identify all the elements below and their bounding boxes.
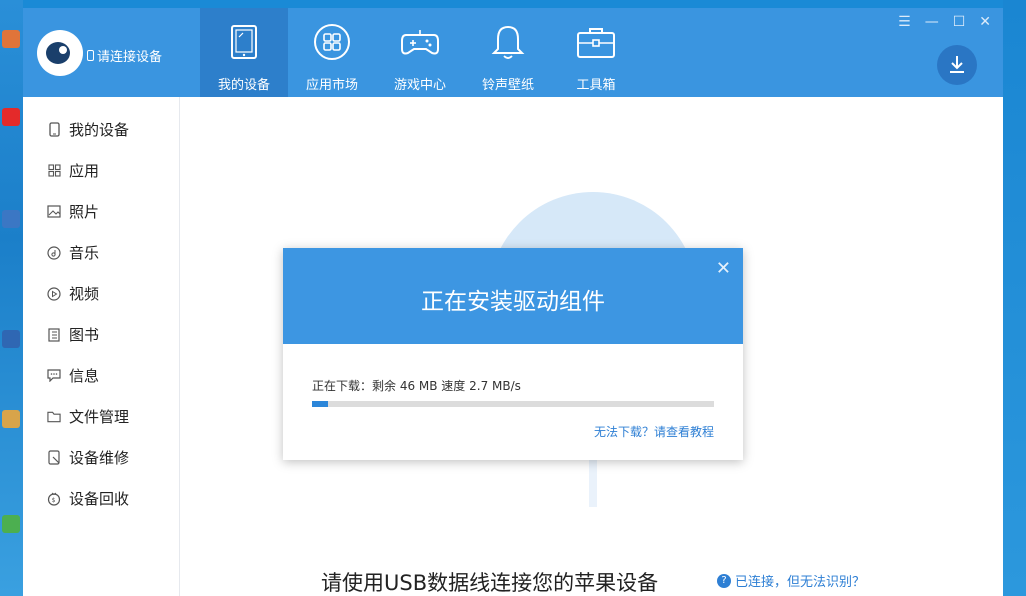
sidebar-item-my-device[interactable]: 我的设备 [47,119,129,140]
install-driver-dialog: 正在安装驱动组件 ✕ 正在下载：剩余 46 MB 速度 2.7 MB/s 无法下… [283,248,743,460]
tablet-icon [224,22,264,62]
dialog-title: 正在安装驱动组件 [283,282,743,316]
sidebar: 我的设备 应用 照片 音乐 视频 图书 信息 文件管理 [23,97,180,596]
nav-tab-app-market[interactable]: 应用市场 [288,8,376,97]
connect-device-label: 请连接设备 [97,46,162,65]
app-logo-icon [37,30,83,76]
nav-label: 应用市场 [306,74,358,93]
top-bar: 请连接设备 我的设备 应用市场 游戏中心 [23,8,1003,97]
sidebar-item-device-recycle[interactable]: $ 设备回收 [47,488,129,509]
sidebar-item-photos[interactable]: 照片 [47,201,99,222]
nav-label: 铃声壁纸 [482,74,534,93]
bell-icon [488,22,528,62]
sidebar-item-label: 设备回收 [69,488,129,509]
nav-tab-my-device[interactable]: 我的设备 [200,8,288,97]
desktop-shortcut-icon[interactable] [2,330,20,348]
connect-device-button[interactable]: 请连接设备 [87,46,162,65]
desktop-shortcut-icon[interactable] [2,515,20,533]
nav-tab-ringtones-wallpapers[interactable]: 铃声壁纸 [464,8,552,97]
download-status: 正在下载：剩余 46 MB 速度 2.7 MB/s [312,377,521,394]
desktop-shortcut-icon[interactable] [2,410,20,428]
sidebar-item-label: 音乐 [69,242,99,263]
cannot-recognize-link[interactable]: ? 已连接，但无法识别？ [717,571,865,590]
video-icon [47,287,61,301]
nav-label: 游戏中心 [394,74,446,93]
download-icon [947,54,967,76]
sidebar-item-music[interactable]: 音乐 [47,242,99,263]
recycle-icon: $ [47,492,61,506]
toolbox-icon [576,22,616,62]
message-icon [47,369,61,383]
sidebar-item-label: 图书 [69,324,99,345]
repair-icon [47,451,61,465]
download-progress-bar [312,401,714,407]
sidebar-item-video[interactable]: 视频 [47,283,99,304]
sidebar-item-file-manager[interactable]: 文件管理 [47,406,129,427]
close-icon[interactable]: ✕ [716,258,731,279]
sidebar-item-label: 照片 [69,201,99,222]
nav-label: 工具箱 [576,74,615,93]
sidebar-item-label: 信息 [69,365,99,386]
book-icon [47,328,61,342]
music-icon [47,246,61,260]
desktop-shortcut-icon[interactable] [2,210,20,228]
download-manager-button[interactable] [937,45,977,85]
window-controls: ☰ — ☐ ✕ [898,14,991,30]
phone-icon [47,123,61,137]
nav-tab-game-center[interactable]: 游戏中心 [376,8,464,97]
desktop-shortcut-icon[interactable] [2,108,20,126]
gamepad-icon [400,22,440,62]
grid-icon [47,164,61,178]
download-help-link[interactable]: 无法下载？请查看教程 [594,423,714,440]
main-nav: 我的设备 应用市场 游戏中心 铃声壁纸 [200,8,640,97]
folder-icon [47,410,61,424]
close-window-icon[interactable]: ✕ [979,14,991,30]
apps-grid-icon [312,22,352,62]
connect-instruction: 请使用USB数据线连接您的苹果设备 [321,567,658,596]
menu-icon[interactable]: ☰ [898,14,911,30]
sidebar-item-label: 视频 [69,283,99,304]
sidebar-item-label: 我的设备 [69,119,129,140]
nav-label: 我的设备 [218,74,270,93]
svg-text:$: $ [52,497,56,504]
photo-icon [47,205,61,219]
download-progress-fill [312,401,328,407]
desktop-background-right [1003,0,1026,596]
cannot-recognize-label: 已连接，但无法识别？ [735,571,865,590]
maximize-icon[interactable]: ☐ [953,14,966,30]
minimize-icon[interactable]: — [925,14,939,30]
desktop-shortcut-icon[interactable] [2,30,20,48]
phone-icon [87,50,94,61]
sidebar-item-label: 文件管理 [69,406,129,427]
sidebar-item-label: 设备维修 [69,447,129,468]
sidebar-item-books[interactable]: 图书 [47,324,99,345]
nav-tab-toolbox[interactable]: 工具箱 [552,8,640,97]
dialog-header: 正在安装驱动组件 ✕ [283,248,743,344]
sidebar-item-device-repair[interactable]: 设备维修 [47,447,129,468]
question-icon: ? [717,574,731,588]
desktop-background [0,0,23,596]
logo-area: 请连接设备 [23,8,199,97]
sidebar-item-messages[interactable]: 信息 [47,365,99,386]
sidebar-item-label: 应用 [69,160,99,181]
sidebar-item-apps[interactable]: 应用 [47,160,99,181]
